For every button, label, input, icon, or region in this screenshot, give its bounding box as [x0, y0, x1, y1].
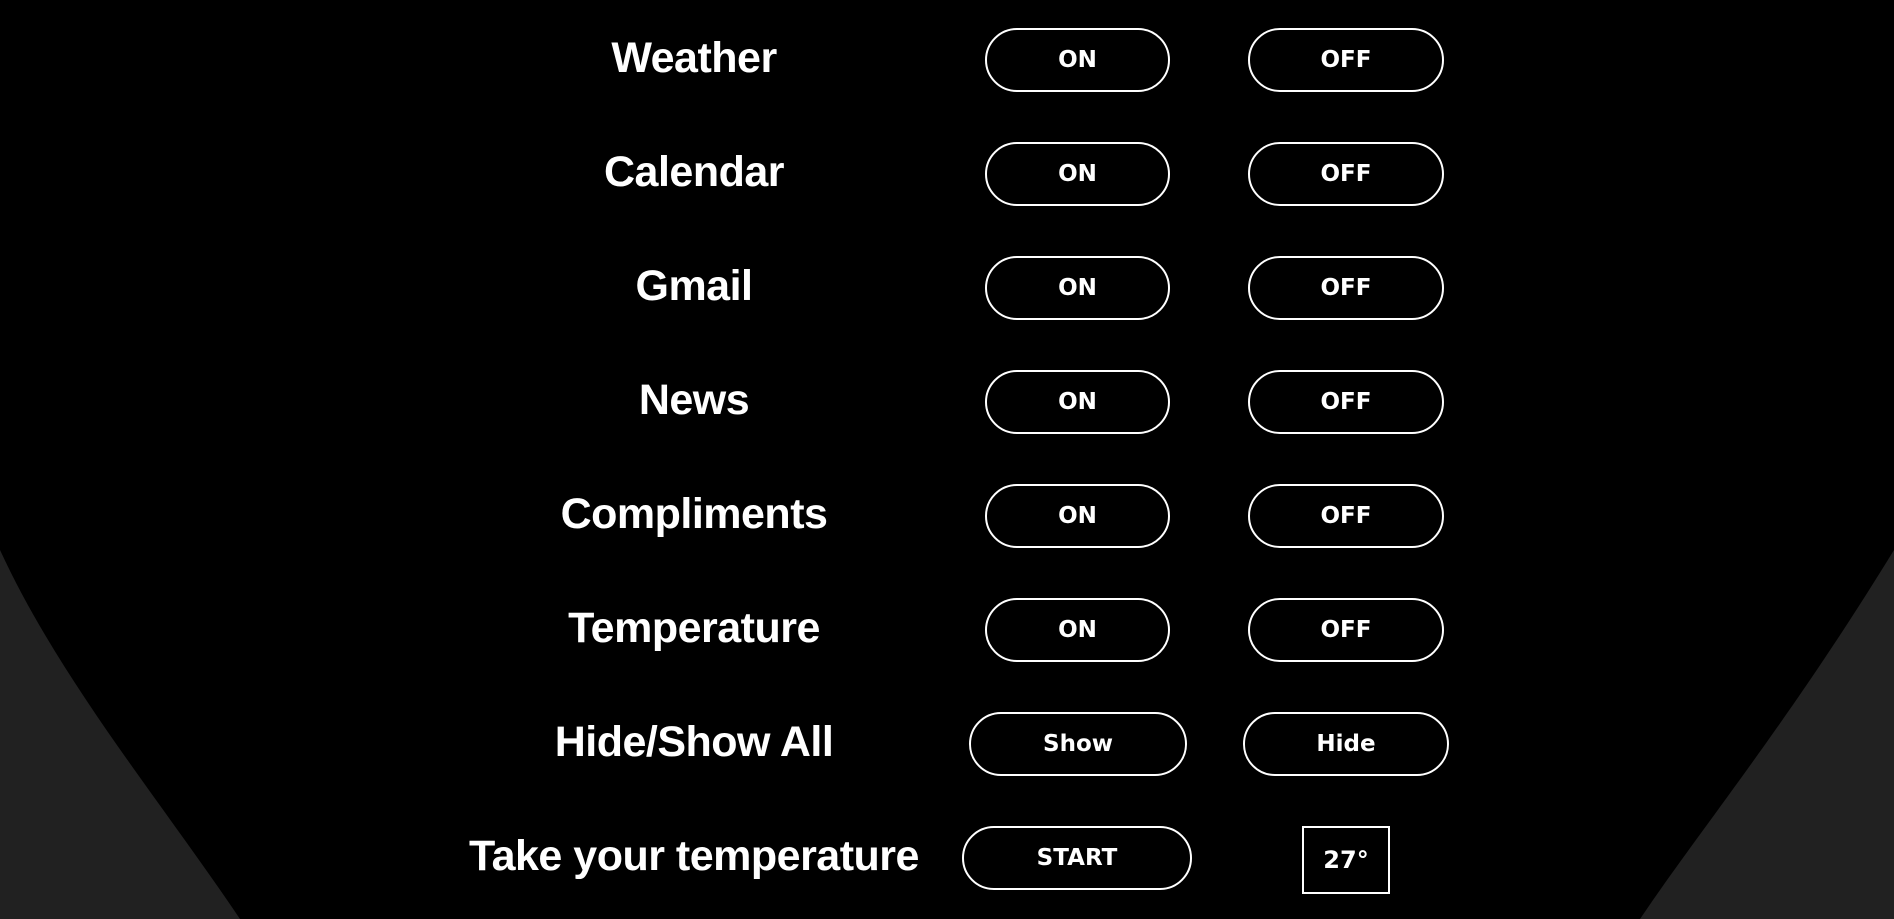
hide-all-button[interactable]: Hide: [1243, 712, 1449, 776]
module-row-news: News ON OFF: [0, 365, 1894, 435]
news-on-button[interactable]: ON: [985, 370, 1170, 434]
temperature-readout: 27°: [1302, 826, 1390, 894]
temperature-on-button[interactable]: ON: [985, 598, 1170, 662]
show-all-button[interactable]: Show: [969, 712, 1187, 776]
module-label-gmail: Gmail: [635, 262, 754, 310]
calendar-off-button[interactable]: OFF: [1248, 142, 1444, 206]
module-label-calendar: Calendar: [603, 148, 785, 196]
start-temperature-button[interactable]: START: [962, 826, 1192, 890]
module-label-weather: Weather: [611, 34, 777, 82]
module-row-compliments: Compliments ON OFF: [0, 479, 1894, 549]
weather-on-button[interactable]: ON: [985, 28, 1170, 92]
module-row-weather: Weather ON OFF: [0, 23, 1894, 93]
weather-off-button[interactable]: OFF: [1248, 28, 1444, 92]
compliments-off-button[interactable]: OFF: [1248, 484, 1444, 548]
module-label-temperature: Temperature: [568, 604, 820, 652]
hide-show-all-row: Hide/Show All Show Hide: [0, 707, 1894, 777]
module-settings-panel: Weather ON OFF Calendar ON OFF Gmail ON …: [0, 0, 1894, 919]
module-label-compliments: Compliments: [560, 490, 828, 538]
compliments-on-button[interactable]: ON: [985, 484, 1170, 548]
module-row-gmail: Gmail ON OFF: [0, 251, 1894, 321]
hide-show-all-label: Hide/Show All: [554, 718, 834, 766]
temperature-off-button[interactable]: OFF: [1248, 598, 1444, 662]
module-row-calendar: Calendar ON OFF: [0, 137, 1894, 207]
take-temperature-row: Take your temperature START 27°: [0, 821, 1894, 894]
calendar-on-button[interactable]: ON: [985, 142, 1170, 206]
gmail-on-button[interactable]: ON: [985, 256, 1170, 320]
module-label-news: News: [638, 376, 750, 424]
gmail-off-button[interactable]: OFF: [1248, 256, 1444, 320]
news-off-button[interactable]: OFF: [1248, 370, 1444, 434]
take-temperature-label: Take your temperature: [469, 832, 919, 880]
module-row-temperature: Temperature ON OFF: [0, 593, 1894, 663]
